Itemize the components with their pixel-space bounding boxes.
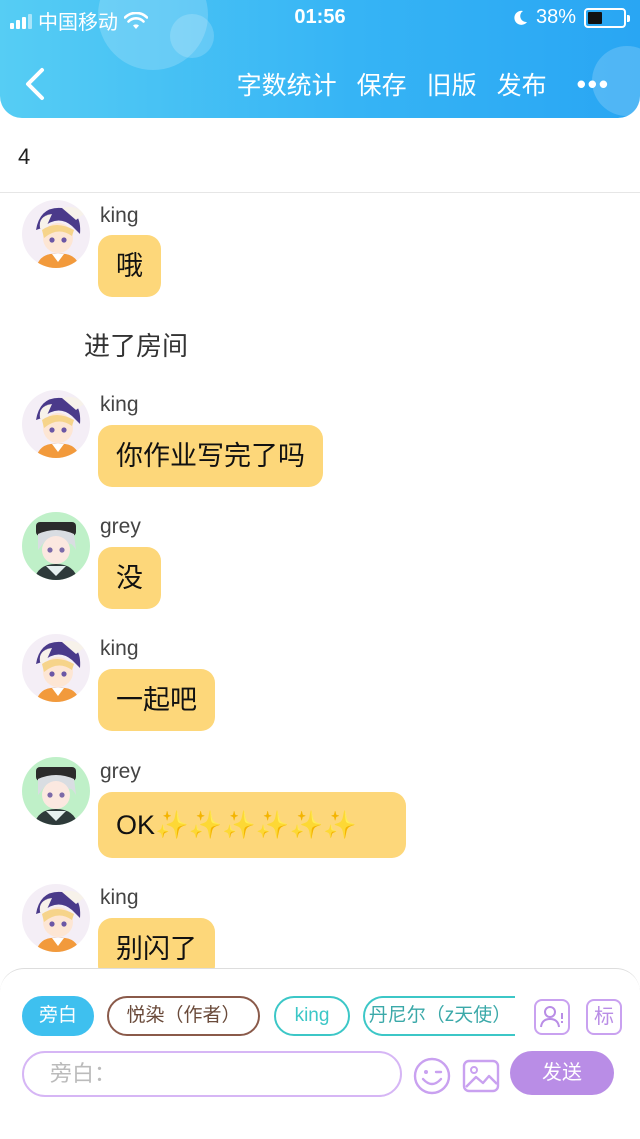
sender-name: king xyxy=(100,204,139,227)
status-bar: 中国移动 01:56 38% xyxy=(0,0,640,36)
role-chip-author[interactable]: 悦染（作者） xyxy=(107,996,260,1036)
message-bubble[interactable]: OK✨✨✨✨✨✨ xyxy=(98,792,406,858)
avatar-king[interactable] xyxy=(22,634,90,702)
message-bubble[interactable]: 没 xyxy=(98,547,161,609)
role-chip-other[interactable]: 丹尼尔（z天使） xyxy=(363,996,515,1036)
message-bubble[interactable]: 你作业写完了吗 xyxy=(98,425,323,487)
publish-button[interactable]: 发布 xyxy=(497,66,547,102)
avatar-king[interactable] xyxy=(22,884,90,952)
add-role-icon[interactable] xyxy=(534,999,570,1035)
avatar-king[interactable] xyxy=(22,390,90,458)
system-message: 进了房间 xyxy=(84,331,189,361)
send-button[interactable]: 发送 xyxy=(510,1051,614,1095)
sender-name: king xyxy=(100,393,139,416)
word-count-button[interactable]: 字数统计 xyxy=(237,66,337,102)
sender-name: grey xyxy=(100,760,141,783)
message-input[interactable]: 旁白： xyxy=(22,1051,402,1097)
back-icon[interactable] xyxy=(20,64,50,104)
sender-name: grey xyxy=(100,515,141,538)
message-bubble[interactable]: 哦 xyxy=(98,235,161,297)
avatar-grey[interactable] xyxy=(22,757,90,825)
moon-icon xyxy=(514,10,527,25)
counter-value: 4 xyxy=(18,144,31,169)
counter-row: 4 xyxy=(0,118,640,193)
role-chip-king[interactable]: king xyxy=(274,996,350,1036)
role-chip-narrator[interactable]: 旁白 xyxy=(22,996,94,1036)
image-icon[interactable] xyxy=(462,1057,500,1095)
message-bubble[interactable]: 一起吧 xyxy=(98,669,215,731)
avatar-grey[interactable] xyxy=(22,512,90,580)
emoji-icon[interactable] xyxy=(413,1057,451,1095)
save-button[interactable]: 保存 xyxy=(357,66,407,102)
avatar-king[interactable] xyxy=(22,200,90,268)
old-version-button[interactable]: 旧版 xyxy=(427,66,477,102)
battery-icon xyxy=(584,7,630,28)
battery-percent: 38% xyxy=(535,6,576,28)
top-bar: 中国移动 01:56 38% 字数统计 保存 旧版 发布 ••• xyxy=(0,0,640,118)
composer-panel: 旁白 悦染（作者） king 丹尼尔（z天使） 标 旁白： 发送 xyxy=(0,968,640,1139)
tag-button[interactable]: 标 xyxy=(586,999,622,1035)
sender-name: king xyxy=(100,886,139,909)
sender-name: king xyxy=(100,637,139,660)
more-icon[interactable]: ••• xyxy=(577,69,610,100)
nav-actions: 字数统计 保存 旧版 发布 ••• xyxy=(237,66,610,102)
